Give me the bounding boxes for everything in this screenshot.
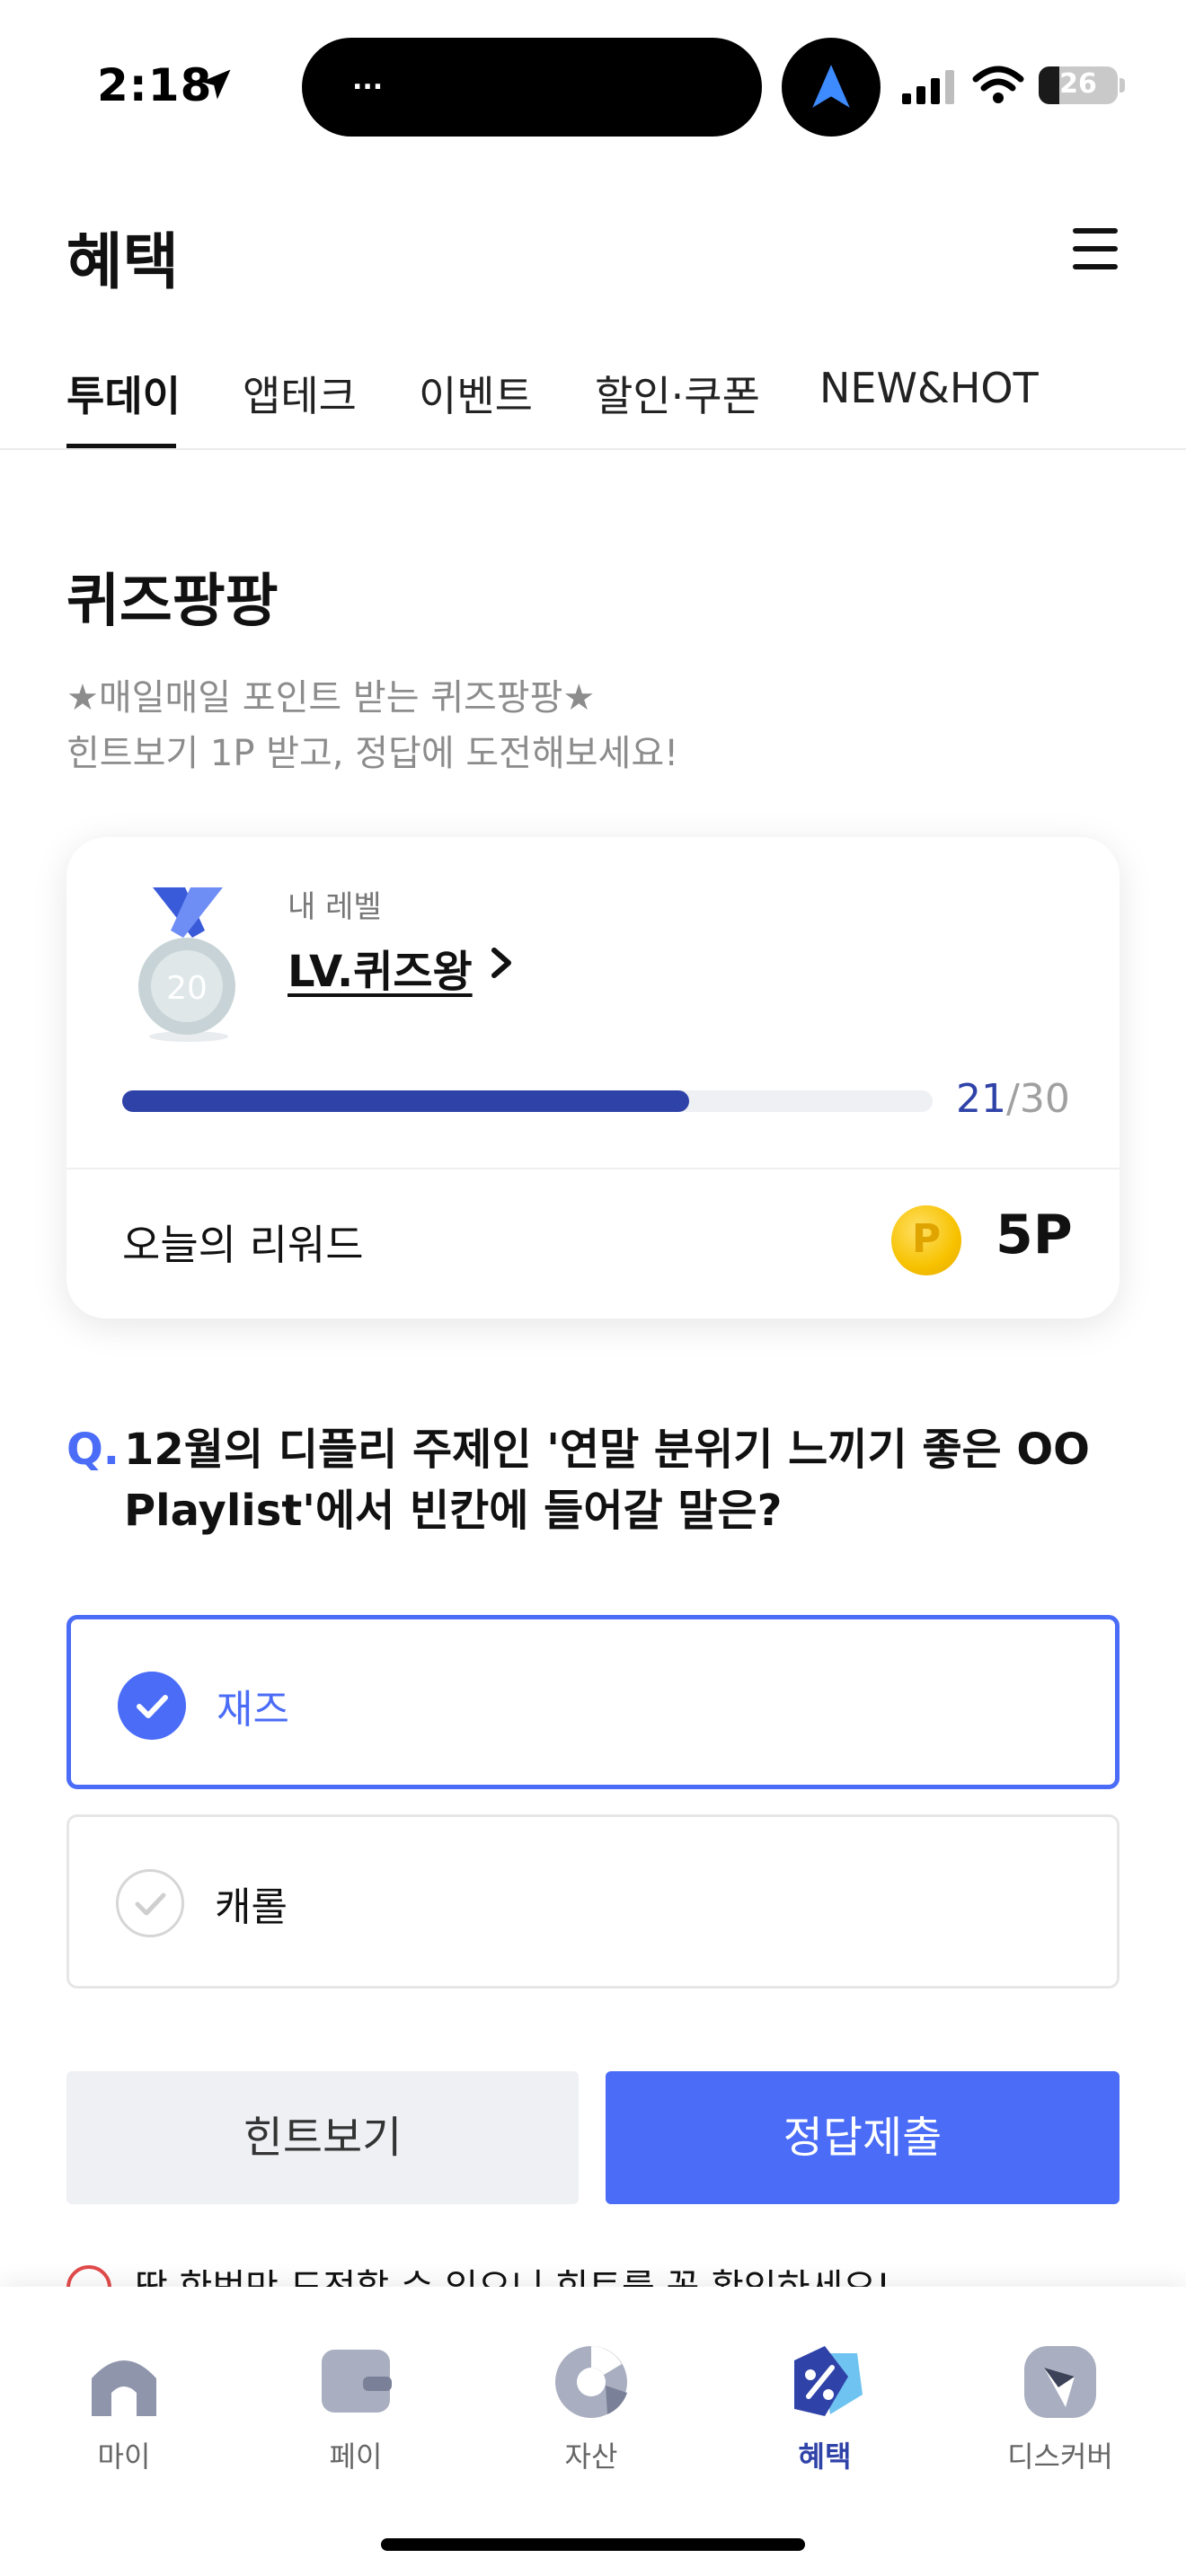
nav-item-discover[interactable]: 디스커버 — [970, 2341, 1150, 2484]
tab-event[interactable]: 이벤트 — [419, 364, 533, 423]
island-indicator: ... — [352, 65, 384, 96]
pie-chart-icon — [555, 2346, 627, 2418]
nav-item-my[interactable]: 마이 — [34, 2341, 214, 2484]
today-reward-value: 5P — [996, 1204, 1073, 1266]
chevron-right-icon[interactable] — [485, 943, 518, 983]
level-progress-bar — [122, 1090, 933, 1112]
level-progress-count: 21/30 — [956, 1076, 1070, 1122]
answer-option-label: 재즈 — [217, 1687, 289, 1733]
home-indicator — [381, 2538, 805, 2551]
location-arrow-icon — [200, 69, 231, 100]
compass-icon — [1024, 2346, 1096, 2418]
answer-option-carol[interactable]: 캐롤 — [66, 1814, 1120, 1989]
tab-new-hot[interactable]: NEW&HOT — [819, 364, 1039, 412]
quiz-subtitle: ★매일매일 포인트 받는 퀴즈팡팡★ 힌트보기 1P 받고, 정답에 도전해보세… — [66, 670, 678, 781]
nav-item-benefits[interactable]: 혜택 — [735, 2341, 915, 2484]
medal-icon: 20 — [138, 887, 235, 1042]
page-title: 혜택 — [66, 227, 180, 298]
hamburger-menu-icon[interactable] — [1073, 226, 1120, 273]
coin-symbol: P — [911, 1216, 942, 1262]
home-icon — [92, 2360, 156, 2416]
nav-item-assets[interactable]: 자산 — [501, 2341, 681, 2484]
card-divider — [66, 1168, 1120, 1169]
hint-button[interactable]: 힌트보기 — [66, 2071, 579, 2204]
question-text: 12월의 디플리 주제인 '연말 분위기 느끼기 좋은 OO Playlist'… — [124, 1425, 1090, 1536]
bottom-navigation: 마이 페이 자산 혜택 디스커버 — [0, 2287, 1186, 2576]
progress-total: /30 — [1006, 1076, 1070, 1122]
quiz-subtitle-line1: ★매일매일 포인트 받는 퀴즈팡팡★ — [66, 677, 596, 719]
answer-option-jazz[interactable]: 재즈 — [66, 1615, 1120, 1789]
cellular-signal-icon — [902, 70, 954, 104]
nav-label: 디스커버 — [1007, 2439, 1113, 2474]
level-name-link[interactable]: LV.퀴즈왕 — [288, 936, 473, 999]
submit-answer-button[interactable]: 정답제출 — [606, 2071, 1120, 2204]
tab-divider — [0, 448, 1186, 450]
level-progress-fill — [122, 1090, 690, 1112]
check-circle-icon — [116, 1869, 184, 1937]
quiz-title: 퀴즈팡팡 — [66, 569, 279, 635]
benefit-tag-icon — [794, 2346, 863, 2416]
tab-today[interactable]: 투데이 — [66, 364, 181, 423]
nav-label: 혜택 — [798, 2439, 852, 2474]
nav-label: 페이 — [329, 2439, 383, 2474]
progress-current: 21 — [956, 1076, 1006, 1122]
battery-nub — [1120, 78, 1125, 93]
question-prefix: Q. — [66, 1425, 120, 1475]
battery-percent: 26 — [1059, 68, 1097, 100]
point-coin-icon: P — [891, 1205, 961, 1275]
quiz-subtitle-line2: 힌트보기 1P 받고, 정답에 도전해보세요! — [66, 733, 679, 774]
status-bar: 2:18 ... 26 — [0, 0, 1186, 171]
check-circle-icon — [118, 1672, 186, 1740]
navigation-arrow-icon — [812, 65, 850, 108]
battery-icon: 26 — [1039, 66, 1118, 104]
wallet-icon — [322, 2350, 392, 2413]
answer-option-label: 캐롤 — [215, 1884, 288, 1930]
wifi-icon — [972, 66, 1024, 103]
medal-number: 20 — [166, 970, 208, 1007]
my-level-label: 내 레벨 — [288, 889, 382, 925]
tab-apptech[interactable]: 앱테크 — [243, 364, 357, 423]
nav-item-pay[interactable]: 페이 — [266, 2341, 446, 2484]
today-reward-label: 오늘의 리워드 — [122, 1221, 364, 1269]
tab-discount-coupon[interactable]: 할인·쿠폰 — [595, 364, 760, 423]
nav-label: 자산 — [564, 2439, 618, 2474]
level-card: 20 내 레벨 LV.퀴즈왕 21/30 오늘의 리워드 P 5P — [66, 837, 1120, 1319]
nav-label: 마이 — [97, 2439, 151, 2474]
navigation-status — [782, 38, 881, 137]
